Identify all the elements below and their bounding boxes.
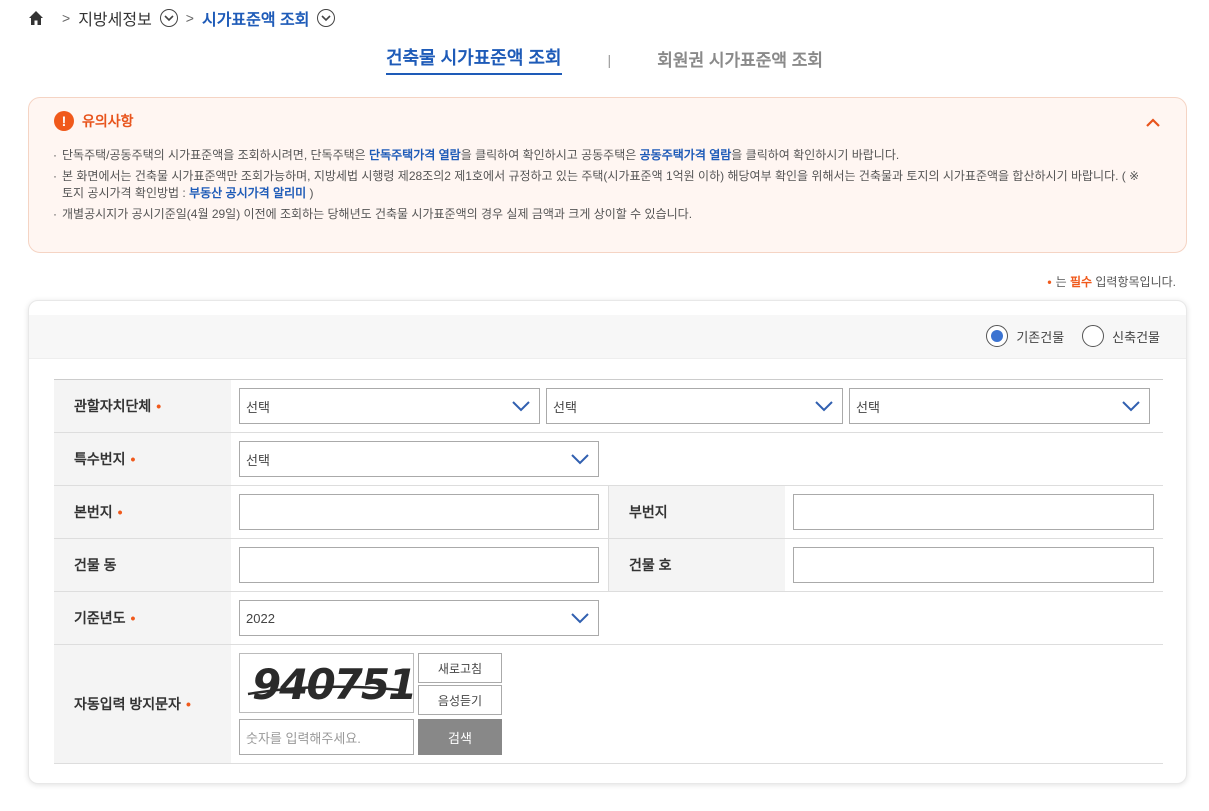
radio-new-building[interactable]: 신축건물 [1082,325,1160,347]
chevron-down-icon [571,613,589,624]
select-value: 선택 [856,399,880,415]
radio-button[interactable] [1082,325,1105,347]
required-mark: • [156,398,162,414]
select-value: 선택 [246,399,270,415]
base-year-select[interactable]: 2022 [239,600,599,636]
notice-text: ) [306,186,314,200]
captcha-buttons: 새로고침 음성듣기 검색 [418,653,502,755]
chevron-right-icon: > [62,10,71,26]
captcha-image: 940751 [239,653,414,713]
breadcrumb-current[interactable]: 시가표준액 조회 [202,6,310,30]
notice-panel: ! 유의사항 단독주택/공동주택의 시가표준액을 조회하시려면, 단독주택은 단… [28,97,1187,253]
search-button[interactable]: 검색 [418,719,502,755]
tab-building-price[interactable]: 건축물 시가표준액 조회 [385,44,562,75]
required-note-text: 는 [1055,275,1070,289]
notice-item: 본 화면에서는 건축물 시가표준액만 조회가능하며, 지방세법 시행령 제28조… [53,168,1153,202]
apartment-price-link[interactable]: 공동주택가격 열람 [640,148,732,162]
select-value: 2022 [246,610,275,626]
breadcrumb: > 지방세정보 > 시가표준액 조회 [28,6,336,30]
notice-text: 을 클릭하여 확인하시기 바랍니다. [731,148,900,162]
row-building-unit: 건물 동 건물 호 [54,539,1163,592]
row-base-year: 기준년도 • 2022 [54,592,1163,645]
radio-button[interactable] [986,325,1009,347]
region-select-3[interactable]: 선택 [849,388,1150,424]
chevron-down-icon [512,401,530,412]
chevron-down-icon [1122,401,1140,412]
main-lot-input[interactable] [239,494,599,530]
form-table: 관할자치단체 • 선택 선택 선택 특수번지 • 선택 본번지 • 부번지 건물… [54,379,1163,764]
row-special-lot: 특수번지 • 선택 [54,433,1163,486]
label-building-ho: 건물 호 [608,539,785,591]
building-type-radios: 기존건물 신축건물 [968,325,1160,347]
radio-label: 신축건물 [1112,329,1160,345]
captcha-graphic: 940751 [247,660,414,709]
radio-label: 기존건물 [1016,329,1065,345]
special-lot-cell: 선택 [231,433,1163,485]
select-value: 선택 [553,399,577,415]
chevron-down-icon[interactable] [317,9,336,27]
tab-bar: 건축물 시가표준액 조회 | 회원권 시가표준액 조회 [0,44,1209,75]
captcha-cell: 940751 숫자를 입력해주세요. 새로고침 음성듣기 검색 [231,645,1163,763]
label-base-year: 기준년도 • [54,592,231,644]
special-lot-select[interactable]: 선택 [239,441,599,477]
breadcrumb-level1[interactable]: 지방세정보 [78,6,152,30]
notice-item: 단독주택/공동주택의 시가표준액을 조회하시려면, 단독주택은 단독주택가격 열… [53,147,1153,164]
label-captcha: 자동입력 방지문자 • [54,645,231,763]
required-mark: • [130,610,136,626]
notice-list: 단독주택/공동주택의 시가표준액을 조회하시려면, 단독주택은 단독주택가격 열… [53,147,1153,227]
required-mark: • [185,696,191,712]
row-region: 관할자치단체 • 선택 선택 선택 [54,380,1163,433]
row-lot-numbers: 본번지 • 부번지 [54,486,1163,539]
chevron-down-icon[interactable] [159,9,178,27]
required-dot: • [1047,275,1052,289]
required-mark: • [130,451,136,467]
home-icon[interactable] [28,10,44,26]
chevron-right-icon: > [185,10,194,26]
label-building-dong: 건물 동 [54,539,231,591]
building-dong-input[interactable] [239,547,599,583]
notice-text: 단독주택/공동주택의 시가표준액을 조회하시려면, 단독주택은 [62,148,370,162]
notice-header: ! 유의사항 [54,111,134,131]
detached-house-price-link[interactable]: 단독주택가격 열람 [369,148,461,162]
label-sub-lot: 부번지 [608,486,785,538]
building-ho-cell [785,539,1163,591]
required-note-text: 입력항목입니다. [1092,275,1176,289]
main-lot-cell [231,486,608,538]
building-dong-cell [231,539,608,591]
label-main-lot: 본번지 • [54,486,231,538]
chevron-down-icon [571,454,589,465]
captcha-left: 940751 숫자를 입력해주세요. [239,653,414,755]
notice-title: 유의사항 [82,113,134,129]
notice-text: 을 클릭하여 확인하시고 공동주택은 [460,148,640,162]
region-cell: 선택 선택 선택 [231,380,1163,432]
region-select-1[interactable]: 선택 [239,388,540,424]
tab-divider: | [607,51,612,68]
required-mark: • [117,504,123,520]
row-captcha: 자동입력 방지문자 • 940751 숫자를 입력해주세요. 새로고침 음성듣기 … [54,645,1163,764]
label-region: 관할자치단체 • [54,380,231,432]
building-ho-input[interactable] [793,547,1154,583]
region-select-2[interactable]: 선택 [546,388,843,424]
refresh-captcha-button[interactable]: 새로고침 [418,653,502,683]
real-estate-price-link[interactable]: 부동산 공시가격 알리미 [189,186,306,200]
search-form-card: 기존건물 신축건물 관할자치단체 • 선택 선택 선택 특수번지 • 선택 본번… [28,300,1187,784]
radio-existing-building[interactable]: 기존건물 [986,325,1064,347]
captcha-text: 940751 [252,660,414,709]
tab-membership-price[interactable]: 회원권 시가표준액 조회 [657,46,823,74]
captcha-input[interactable]: 숫자를 입력해주세요. [239,719,414,755]
required-note: • 는 필수 입력항목입니다. [1047,273,1176,290]
base-year-cell: 2022 [231,592,1163,644]
chevron-up-icon[interactable] [1146,116,1160,130]
required-word: 필수 [1069,275,1093,289]
select-value: 선택 [246,452,270,468]
warning-icon: ! [54,111,74,131]
sub-lot-cell [785,486,1163,538]
chevron-down-icon [815,401,833,412]
sub-lot-input[interactable] [793,494,1154,530]
audio-captcha-button[interactable]: 음성듣기 [418,685,502,715]
notice-item: 개별공시지가 공시기준일(4월 29일) 이전에 조회하는 당해년도 건축물 시… [53,206,1153,223]
building-type-bar: 기존건물 신축건물 [29,315,1186,359]
label-special-lot: 특수번지 • [54,433,231,485]
